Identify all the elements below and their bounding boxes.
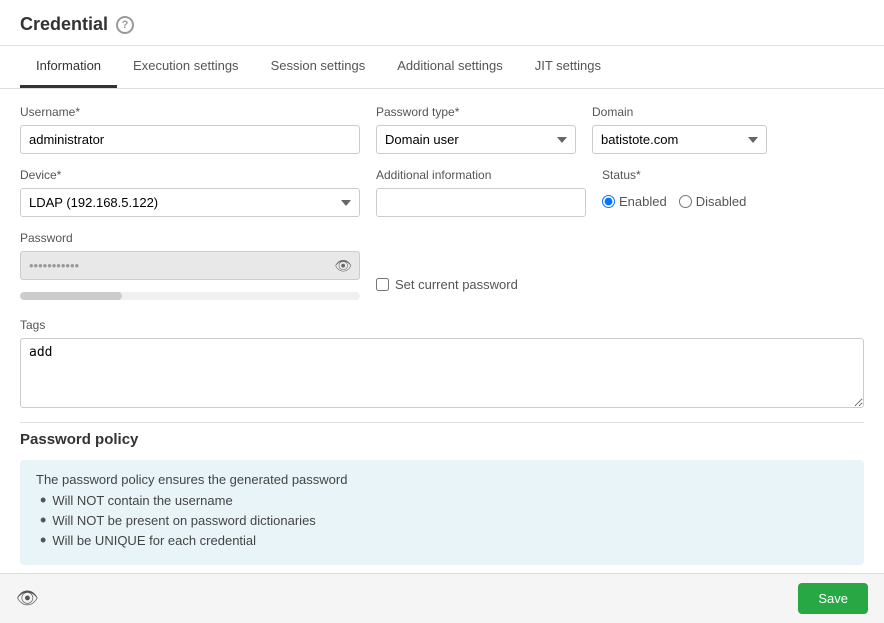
status-group: Status* Enabled Disabled <box>602 168 782 211</box>
password-input[interactable] <box>20 251 360 280</box>
tab-session-settings[interactable]: Session settings <box>255 46 382 88</box>
set-current-password-checkbox[interactable] <box>376 278 389 291</box>
page-header: Credential ? <box>0 0 884 46</box>
scrollbar-track <box>20 292 360 300</box>
policy-bullets-list: • Will NOT contain the username • Will N… <box>36 493 848 549</box>
set-current-password-label[interactable]: Set current password <box>376 277 518 292</box>
password-scrollbar <box>20 288 360 304</box>
password-type-select[interactable]: Domain user Local user SSH key Token <box>376 125 576 154</box>
password-type-group: Password type* Domain user Local user SS… <box>376 105 576 154</box>
password-label: Password <box>20 231 360 245</box>
status-enabled-text: Enabled <box>619 194 667 209</box>
bullet-icon-2: • <box>40 511 46 529</box>
policy-bullet-3-text: Will be UNIQUE for each credential <box>52 533 256 548</box>
username-label: Username* <box>20 105 360 119</box>
status-label: Status* <box>602 168 782 182</box>
tab-execution-settings[interactable]: Execution settings <box>117 46 255 88</box>
row-username-password-type: Username* Password type* Domain user Loc… <box>20 105 864 154</box>
password-policy-title: Password policy <box>20 431 864 448</box>
save-button[interactable]: Save <box>798 583 868 614</box>
password-wrapper: 👁 <box>20 251 360 280</box>
tags-group: Tags add <box>20 318 864 408</box>
tags-textarea[interactable]: add <box>20 338 864 408</box>
username-input[interactable] <box>20 125 360 154</box>
set-current-password-text: Set current password <box>395 277 518 292</box>
device-label: Device* <box>20 168 360 182</box>
additional-info-group: Additional information <box>376 168 586 217</box>
bullet-icon-1: • <box>40 491 46 509</box>
password-toggle-icon[interactable]: 👁 <box>334 257 352 274</box>
bottom-bar: 👁 Save <box>0 573 884 623</box>
tags-label: Tags <box>20 318 864 332</box>
status-enabled-radio[interactable] <box>602 195 615 208</box>
status-enabled-label[interactable]: Enabled <box>602 194 667 209</box>
tabs-container: Information Execution settings Session s… <box>0 46 884 89</box>
row-device-additional-status: Device* LDAP (192.168.5.122) Additional … <box>20 168 864 217</box>
status-disabled-label[interactable]: Disabled <box>679 194 747 209</box>
policy-bullet-1-text: Will NOT contain the username <box>52 493 232 508</box>
policy-bullet-2-text: Will NOT be present on password dictiona… <box>52 513 316 528</box>
domain-label: Domain <box>592 105 767 119</box>
additional-info-input[interactable] <box>376 188 586 217</box>
tab-additional-settings[interactable]: Additional settings <box>381 46 519 88</box>
policy-bullet-2: • Will NOT be present on password dictio… <box>40 513 848 529</box>
status-radio-group: Enabled Disabled <box>602 194 782 211</box>
password-group: Password 👁 <box>20 231 360 304</box>
status-disabled-radio[interactable] <box>679 195 692 208</box>
additional-info-label: Additional information <box>376 168 586 182</box>
scrollbar-thumb[interactable] <box>20 292 122 300</box>
help-icon[interactable]: ? <box>116 16 134 34</box>
status-disabled-text: Disabled <box>696 194 747 209</box>
bullet-icon-3: • <box>40 531 46 549</box>
device-group: Device* LDAP (192.168.5.122) <box>20 168 360 217</box>
tab-information[interactable]: Information <box>20 46 117 88</box>
tab-jit-settings[interactable]: JIT settings <box>519 46 617 88</box>
page-title: Credential <box>20 14 108 35</box>
row-password: Password 👁 Set current password <box>20 231 864 304</box>
set-current-password-group: Set current password <box>376 277 518 294</box>
password-type-label: Password type* <box>376 105 576 119</box>
policy-info-text: The password policy ensures the generate… <box>36 472 848 487</box>
policy-bullet-1: • Will NOT contain the username <box>40 493 848 509</box>
domain-group: Domain batistote.com <box>592 105 767 154</box>
section-divider <box>20 422 864 423</box>
device-select[interactable]: LDAP (192.168.5.122) <box>20 188 360 217</box>
policy-info-box: The password policy ensures the generate… <box>20 460 864 565</box>
policy-bullet-3: • Will be UNIQUE for each credential <box>40 533 848 549</box>
username-group: Username* <box>20 105 360 154</box>
main-content: Username* Password type* Domain user Loc… <box>0 89 884 602</box>
domain-select[interactable]: batistote.com <box>592 125 767 154</box>
view-icon[interactable]: 👁 <box>16 588 39 609</box>
